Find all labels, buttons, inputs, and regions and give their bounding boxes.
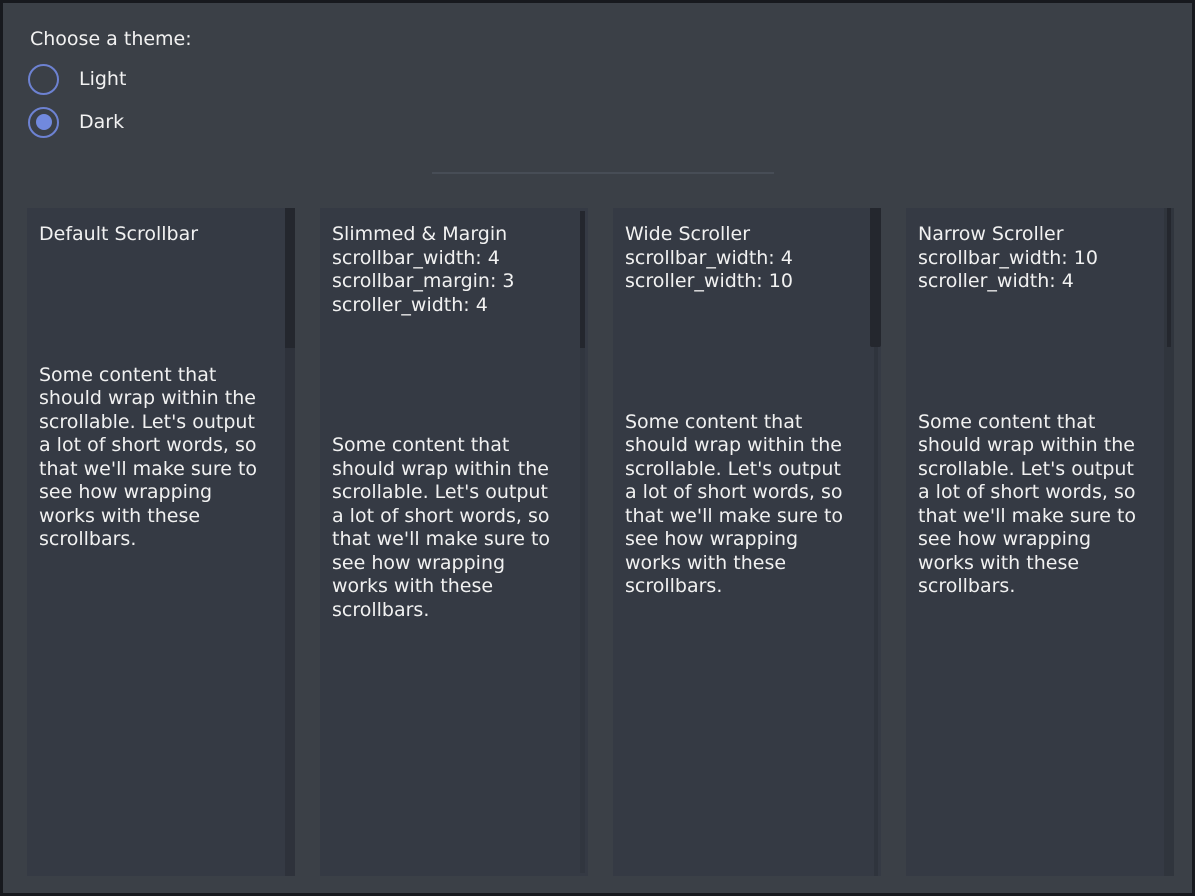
radio-light[interactable]: Light xyxy=(28,64,192,95)
panel-content: Narrow Scroller scrollbar_width: 10 scro… xyxy=(906,208,1174,599)
panel-title: Narrow Scroller xyxy=(918,223,1144,247)
panel-params: scrollbar_width: 10 scroller_width: 4 xyxy=(918,247,1144,294)
panel-body-text: Some content that should wrap within the… xyxy=(625,411,851,599)
panel-body-text: Some content that should wrap within the… xyxy=(332,434,558,622)
panel-title: Slimmed & Margin xyxy=(332,223,558,247)
panel-content: Wide Scroller scrollbar_width: 4 scrolle… xyxy=(613,208,881,599)
panel-slimmed-margin[interactable]: Slimmed & Margin scrollbar_width: 4 scro… xyxy=(320,208,588,876)
scrollbar-thumb[interactable] xyxy=(870,208,881,347)
panel-wide-scroller[interactable]: Wide Scroller scrollbar_width: 4 scrolle… xyxy=(613,208,881,876)
panel-body-text: Some content that should wrap within the… xyxy=(39,364,265,552)
scrollbar-thumb[interactable] xyxy=(580,211,585,348)
panel-body-text: Some content that should wrap within the… xyxy=(918,411,1144,599)
horizontal-divider xyxy=(432,172,774,174)
panel-title: Default Scrollbar xyxy=(39,223,265,247)
radio-light-label: Light xyxy=(79,68,126,90)
theme-chooser: Choose a theme: Light Dark xyxy=(30,28,192,138)
radio-light-dot xyxy=(36,71,52,87)
panel-default-scrollbar[interactable]: Default Scrollbar Some content that shou… xyxy=(27,208,295,876)
theme-chooser-label: Choose a theme: xyxy=(30,28,192,52)
radio-dark-circle[interactable] xyxy=(28,107,59,138)
panel-content: Default Scrollbar Some content that shou… xyxy=(27,208,295,552)
panel-title: Wide Scroller xyxy=(625,223,851,247)
radio-dark-dot xyxy=(36,114,52,130)
radio-dark-label: Dark xyxy=(79,111,124,133)
panel-narrow-scroller[interactable]: Narrow Scroller scrollbar_width: 10 scro… xyxy=(906,208,1174,876)
panel-params: scrollbar_width: 4 scroller_width: 10 xyxy=(625,247,851,294)
radio-light-circle[interactable] xyxy=(28,64,59,95)
scrollbar-thumb[interactable] xyxy=(1167,208,1171,347)
scrollbar-thumb[interactable] xyxy=(285,208,295,348)
scrollbar-demo-columns: Default Scrollbar Some content that shou… xyxy=(27,208,1174,876)
panel-params: scrollbar_width: 4 scrollbar_margin: 3 s… xyxy=(332,247,558,318)
panel-content: Slimmed & Margin scrollbar_width: 4 scro… xyxy=(320,208,588,622)
app-window: Choose a theme: Light Dark Default Scrol… xyxy=(3,3,1192,893)
radio-dark[interactable]: Dark xyxy=(28,107,192,138)
